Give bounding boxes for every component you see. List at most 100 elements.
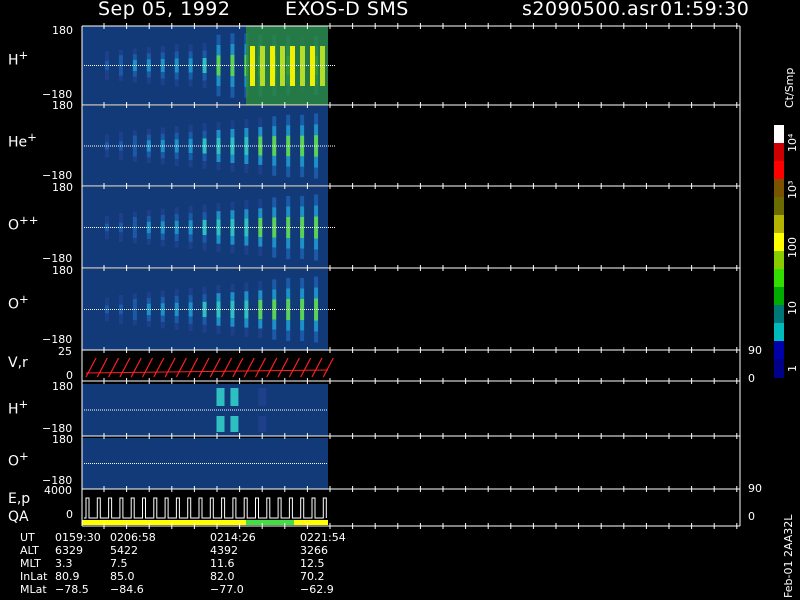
heatmap-cell bbox=[314, 287, 319, 299]
heatmap-cell bbox=[244, 155, 249, 164]
heatmap-cell bbox=[258, 136, 263, 146]
heatmap-cell bbox=[244, 119, 249, 128]
heatmap-cell bbox=[118, 150, 123, 156]
footer-cell: −84.6 bbox=[110, 583, 144, 596]
heatmap-cell bbox=[286, 216, 291, 228]
heatmap-cell bbox=[244, 137, 249, 146]
heatmap-cell bbox=[174, 139, 179, 146]
heatmap-cell bbox=[188, 220, 193, 228]
tick-label: 4000 bbox=[44, 484, 72, 497]
heatmap-cell bbox=[174, 241, 179, 248]
heatmap-cell bbox=[258, 237, 263, 247]
heatmap-cell bbox=[202, 80, 207, 89]
footer-cell: 0214:26 bbox=[210, 531, 256, 544]
heatmap-cell bbox=[160, 78, 165, 86]
heatmap-cell bbox=[105, 70, 109, 75]
heatmap-cell bbox=[244, 146, 249, 155]
panel-label-qa: QA bbox=[8, 509, 29, 525]
heatmap-cell bbox=[216, 284, 221, 294]
heatmap-cell bbox=[105, 235, 109, 240]
heatmap-cell bbox=[314, 156, 319, 168]
heatmap-cell bbox=[188, 205, 193, 214]
heatmap-cell bbox=[216, 34, 221, 45]
heatmap-cell bbox=[132, 48, 137, 55]
colorbar bbox=[774, 125, 784, 378]
heatmap-cell bbox=[230, 44, 235, 55]
heatmap-cell bbox=[272, 299, 277, 310]
heatmap-cell bbox=[216, 137, 221, 146]
heatmap-cell bbox=[105, 74, 109, 80]
heatmap-cell bbox=[230, 210, 235, 219]
heatmap-cell bbox=[160, 58, 165, 66]
heatmap-cell bbox=[118, 319, 123, 325]
colorbar-tick: 1 bbox=[786, 365, 799, 372]
footer-cell: −77.0 bbox=[210, 583, 244, 596]
heatmap-cell bbox=[132, 151, 137, 157]
heatmap-cell bbox=[118, 136, 123, 142]
heatmap-cell bbox=[244, 327, 249, 337]
footer-row-label: InLat bbox=[20, 570, 48, 583]
footer-cell: 12.5 bbox=[300, 557, 325, 570]
heatmap-cell bbox=[258, 164, 263, 175]
heatmap-cell bbox=[216, 154, 221, 163]
heatmap-cell bbox=[230, 318, 235, 327]
plot-area bbox=[81, 23, 741, 529]
heatmap-cell bbox=[132, 135, 137, 141]
heatmap-cell bbox=[230, 163, 235, 172]
right-tick-label: 0 bbox=[748, 372, 755, 385]
heatmap-cell bbox=[272, 237, 277, 248]
heatmap-cell bbox=[146, 59, 151, 66]
heatmap-cell bbox=[160, 227, 165, 234]
heatmap-cell bbox=[160, 322, 165, 329]
heatmap-cell bbox=[230, 86, 235, 98]
heatmap-cell bbox=[174, 159, 179, 166]
heatmap-cell bbox=[258, 309, 263, 320]
heatmap-cell bbox=[174, 44, 179, 52]
heatmap-cell bbox=[300, 206, 305, 217]
colorbar-tick: 10⁴ bbox=[786, 133, 799, 152]
heatmap-cell bbox=[300, 248, 305, 260]
heatmap-cell bbox=[188, 287, 193, 296]
heatmap-cell bbox=[105, 60, 109, 66]
heatmap-cell bbox=[160, 127, 165, 134]
heatmap-cell bbox=[160, 240, 165, 247]
heatmap-cell bbox=[272, 126, 277, 137]
heatmap-cell bbox=[105, 56, 109, 61]
heatmap-cell bbox=[314, 331, 319, 343]
heatmap-cell bbox=[216, 162, 221, 171]
heatmap-cell bbox=[188, 160, 193, 168]
heatmap-cell bbox=[146, 297, 151, 304]
colorbar-segment bbox=[774, 197, 784, 216]
heatmap-cell bbox=[272, 197, 277, 208]
footer-cell: 7.5 bbox=[110, 557, 128, 570]
heatmap-cell bbox=[286, 238, 291, 249]
heatmap-cell bbox=[258, 146, 263, 156]
heatmap-cell bbox=[286, 125, 291, 136]
tick-label: 180 bbox=[52, 433, 73, 446]
heatmap-cell bbox=[188, 213, 193, 221]
heatmap-cell bbox=[118, 217, 123, 223]
colorbar-tick: 10 bbox=[786, 301, 799, 315]
heatmap-cell bbox=[174, 296, 179, 303]
heatmap-cell bbox=[174, 289, 179, 296]
heatmap-cell bbox=[230, 137, 235, 146]
footer-cell: 3.3 bbox=[55, 557, 73, 570]
heatmap-cell bbox=[244, 309, 249, 319]
heatmap-cell bbox=[230, 128, 235, 138]
heatmap-cell bbox=[286, 195, 291, 207]
heatmap-cell bbox=[272, 165, 277, 176]
heatmap-cell bbox=[286, 135, 291, 146]
footer-cell: 0221:54 bbox=[300, 531, 346, 544]
heatmap-cell bbox=[244, 318, 249, 328]
heatmap-cell bbox=[300, 114, 305, 126]
heatmap-cell bbox=[118, 314, 123, 320]
heatmap-cell bbox=[146, 239, 151, 245]
heatmap-cell bbox=[272, 155, 277, 166]
heatmap-cell bbox=[258, 246, 263, 257]
heatmap-cell bbox=[160, 152, 165, 159]
panel-label-vr: V,r bbox=[8, 355, 28, 371]
heatmap-cell bbox=[146, 215, 151, 222]
tick-label: 0 bbox=[66, 508, 73, 521]
heatmap-cell bbox=[188, 146, 193, 154]
heatmap-cell bbox=[202, 219, 207, 228]
